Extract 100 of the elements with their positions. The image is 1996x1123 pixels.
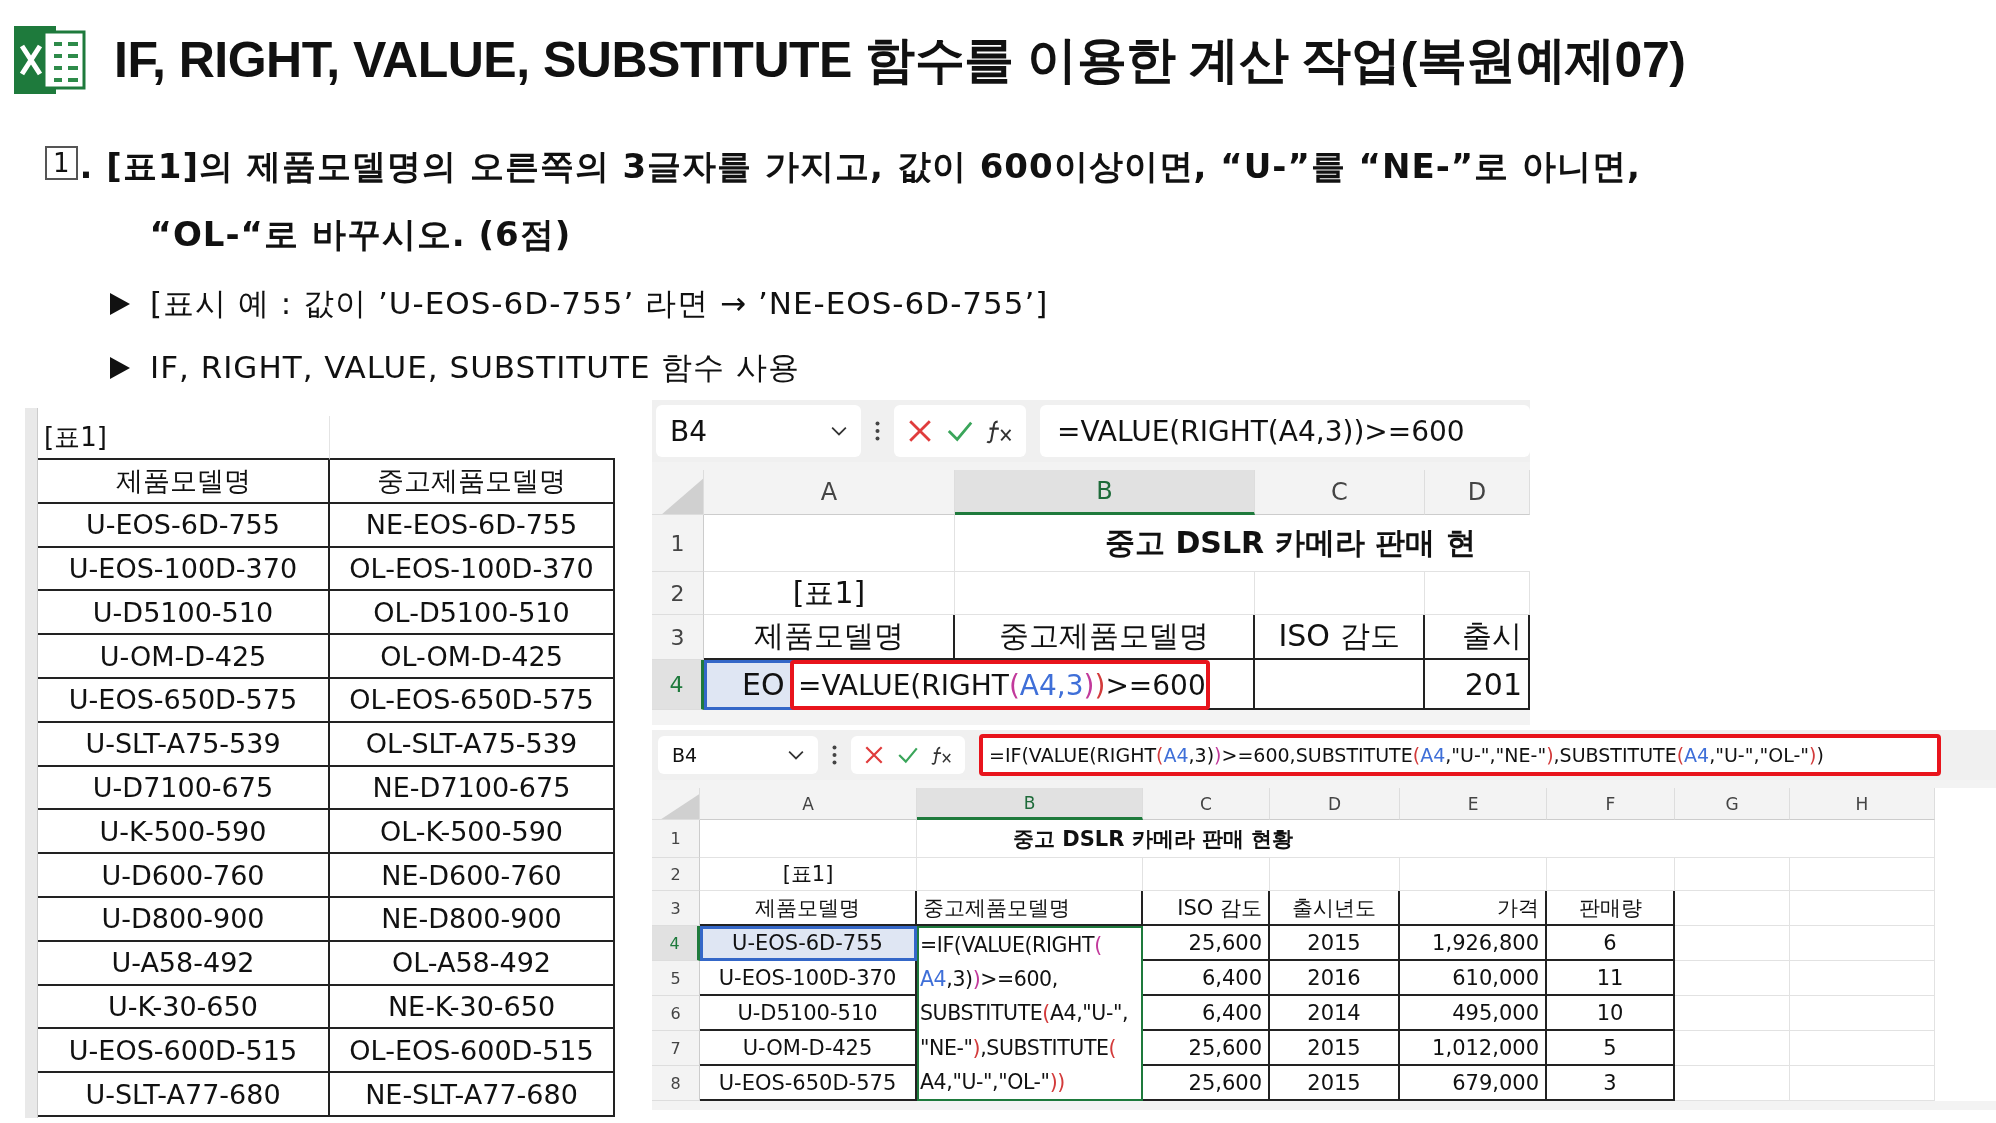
table-cell: U-SLT-A75-539: [38, 722, 330, 767]
table-cell: NE-EOS-6D-755: [330, 503, 615, 548]
table-cell: U-D7100-675: [38, 766, 330, 811]
table-cell: 10: [1547, 996, 1675, 1031]
cell-formula-editor[interactable]: =IF(VALUE(RIGHT( A4,3))>=600, SUBSTITUTE(A4,"U-", "NE-"),SUBSTITUTE( A4,"U-","OL-")): [917, 926, 1143, 1101]
table-cell: NE-D600-760: [330, 854, 615, 898]
table-cell: ISO 감도: [1143, 891, 1270, 926]
table-cell: 출시: [1425, 615, 1530, 660]
name-box[interactable]: B4: [656, 405, 861, 457]
table-cell: [표1]: [704, 572, 955, 615]
table-cell: U-K-30-650: [38, 985, 330, 1030]
table-cell: 2015: [1270, 926, 1400, 961]
row-heading[interactable]: 3: [652, 891, 700, 926]
table-cell: 1,012,000: [1400, 1031, 1547, 1066]
table-cell: U-A58-492: [38, 941, 330, 986]
table-cell: NE-K-30-650: [330, 985, 615, 1030]
name-box[interactable]: B4: [658, 736, 818, 774]
table-cell: 679,000: [1400, 1066, 1547, 1101]
table-cell: ISO 감도: [1255, 615, 1425, 660]
table-cell: 201: [1425, 660, 1530, 710]
column-heading[interactable]: C: [1143, 788, 1270, 820]
row-heading[interactable]: 3: [652, 615, 704, 660]
table-cell: [표1]: [700, 858, 917, 891]
sheet-title: 중고 DSLR 카메라 판매 현황: [917, 820, 1675, 858]
bullet-icon: [110, 293, 130, 315]
row-heading[interactable]: 4: [652, 926, 700, 961]
table-cell: U-K-500-590: [38, 810, 330, 855]
chevron-down-icon: [831, 426, 847, 436]
table-cell: 2015: [1270, 1066, 1400, 1101]
table-cell: OL-D5100-510: [330, 591, 615, 636]
column-heading[interactable]: F: [1547, 788, 1675, 820]
chevron-down-icon: [788, 750, 804, 760]
table-cell: 610,000: [1400, 961, 1547, 996]
bullet-text: [표시 예 : 값이 ’U-EOS-6D-755’ 라면 → ’NE-EOS-6D-755’]: [150, 284, 1049, 323]
table-cell: 495,000: [1400, 996, 1547, 1031]
table-cell: U-EOS-100D-370: [38, 547, 330, 592]
row-heading[interactable]: 2: [652, 572, 704, 615]
column-header: 중고제품모델명: [330, 460, 615, 504]
column-heading[interactable]: C: [1255, 470, 1425, 515]
table-cell: 6: [1547, 926, 1675, 961]
row-heading[interactable]: 5: [652, 961, 700, 996]
more-options-icon[interactable]: [832, 745, 837, 765]
column-header: 제품모델명: [38, 460, 330, 504]
table-cell: 1,926,800: [1400, 926, 1547, 961]
row-heading[interactable]: 2: [652, 858, 700, 891]
table-cell: NE-SLT-A77-680: [330, 1073, 615, 1117]
table-cell: OL-SLT-A75-539: [330, 722, 615, 767]
table-cell: U-EOS-6D-755: [38, 503, 330, 548]
cancel-icon[interactable]: [863, 744, 885, 766]
table-cell: 11: [1547, 961, 1675, 996]
column-heading[interactable]: B: [917, 788, 1143, 820]
table-cell: NE-D800-900: [330, 897, 615, 942]
bullet-icon: [110, 357, 130, 379]
table-cell: U-EOS-600D-515: [38, 1029, 330, 1074]
table-cell: U-SLT-A77-680: [38, 1073, 330, 1117]
table-cell: 2014: [1270, 996, 1400, 1031]
table-cell: U-OM-D-425: [38, 635, 330, 679]
row-heading[interactable]: 4: [652, 660, 704, 710]
row-heading[interactable]: 8: [652, 1066, 700, 1101]
column-heading[interactable]: A: [700, 788, 917, 820]
table-cell: OL-EOS-650D-575: [330, 679, 615, 723]
table-cell: 출시년도: [1270, 891, 1400, 926]
table-cell: 5: [1547, 1031, 1675, 1066]
table-cell: U-D800-900: [38, 897, 330, 942]
column-heading[interactable]: B: [955, 470, 1255, 515]
column-heading[interactable]: H: [1790, 788, 1935, 820]
table-cell: 판매량: [1547, 891, 1675, 926]
column-heading[interactable]: D: [1270, 788, 1400, 820]
function-icon[interactable]: [931, 744, 953, 766]
table-cell: OL-EOS-600D-515: [330, 1029, 615, 1074]
bullet-text: IF, RIGHT, VALUE, SUBSTITUTE 함수 사용: [150, 348, 801, 387]
row-heading[interactable]: 7: [652, 1031, 700, 1066]
table-cell: U-D5100-510: [38, 591, 330, 636]
row-heading[interactable]: 1: [652, 820, 700, 858]
formula-field[interactable]: =IF(VALUE(RIGHT(A4,3))>=600,SUBSTITUTE(A4,"U-","NE-"),SUBSTITUTE(A4,"U-","OL-")): [979, 734, 1941, 776]
table-label: [표1]: [38, 416, 330, 460]
table-cell: OL-EOS-100D-370: [330, 547, 615, 592]
question-number: 1: [45, 146, 78, 180]
row-heading[interactable]: 1: [652, 515, 704, 572]
table-cell: 2015: [1270, 1031, 1400, 1066]
cell-formula-editor[interactable]: =VALUE(RIGHT(A4,3))>=600: [790, 660, 1210, 710]
column-heading[interactable]: A: [704, 470, 955, 515]
column-heading[interactable]: E: [1400, 788, 1547, 820]
page-title: IF, RIGHT, VALUE, SUBSTITUTE 함수를 이용한 계산 작업(복원예제07): [114, 30, 1686, 90]
table-cell: 3: [1547, 1066, 1675, 1101]
table-cell: 가격: [1400, 891, 1547, 926]
table-cell: 2016: [1270, 961, 1400, 996]
column-heading[interactable]: G: [1675, 788, 1790, 820]
table-cell: OL-OM-D-425: [330, 635, 615, 679]
table-cell: U-EOS-6D-755: [700, 926, 917, 961]
table-cell: OL-A58-492: [330, 941, 615, 986]
table-cell: U-D600-760: [38, 854, 330, 898]
formula-field[interactable]: =VALUE(RIGHT(A4,3))>=600: [1040, 405, 1530, 457]
sheet-title: 중고 DSLR 카메라 판매 현: [955, 515, 1530, 572]
column-heading[interactable]: D: [1425, 470, 1530, 515]
table-cell: NE-D7100-675: [330, 766, 615, 811]
row-heading[interactable]: 6: [652, 996, 700, 1031]
more-options-icon[interactable]: [875, 421, 880, 441]
question-text: . [표1]의 제품모델명의 오른쪽의 3글자를 가지고, 값이 600이상이면, “U-”를 “NE-”로 아니면, “OL-“로 바꾸시오. (6점): [79, 145, 1641, 256]
table-cell: OL-K-500-590: [330, 810, 615, 855]
